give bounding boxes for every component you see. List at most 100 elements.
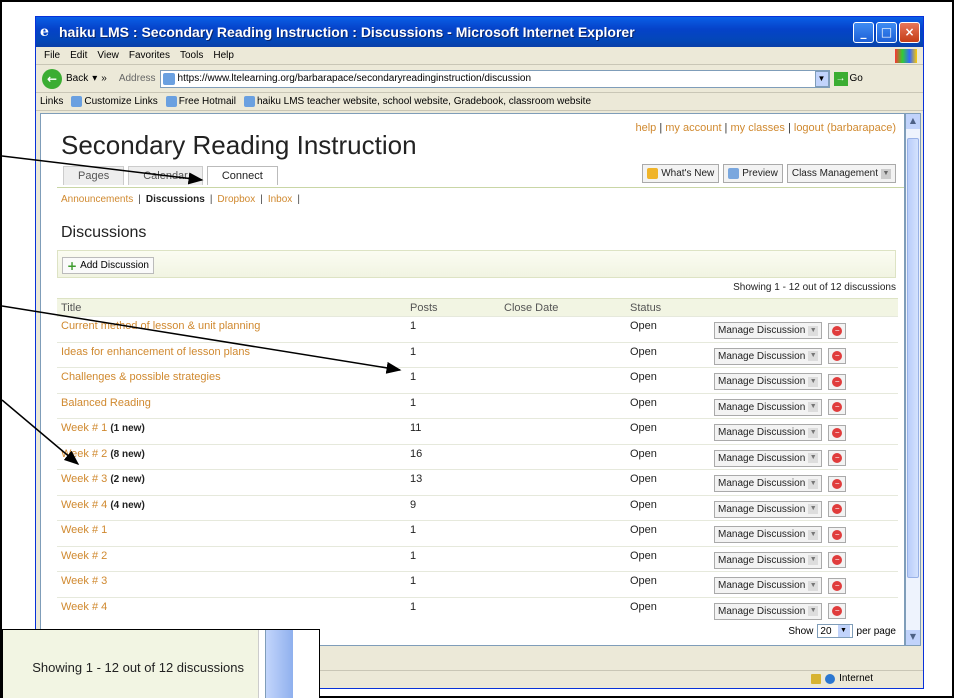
- scroll-thumb[interactable]: [907, 138, 919, 578]
- delete-button[interactable]: −: [828, 577, 847, 594]
- subnav-dropbox[interactable]: Dropbox: [217, 194, 255, 205]
- subnav-discussions[interactable]: Discussions: [146, 194, 205, 205]
- manage-discussion-label: Manage Discussion: [718, 529, 806, 540]
- my-account-link[interactable]: my account: [665, 122, 721, 134]
- row-actions: Manage Discussion ▼ −: [710, 494, 898, 521]
- column-status[interactable]: Status: [626, 298, 710, 317]
- manage-discussion-button[interactable]: Manage Discussion ▼: [714, 424, 823, 441]
- discussion-title-link[interactable]: Week # 1: [57, 520, 406, 546]
- delete-button[interactable]: −: [828, 348, 847, 364]
- posts-count: 1: [406, 545, 500, 572]
- delete-button[interactable]: −: [828, 424, 847, 441]
- manage-discussion-button[interactable]: Manage Discussion ▼: [714, 602, 823, 620]
- status: Open: [626, 392, 710, 419]
- subnav-announcements[interactable]: Announcements: [61, 194, 133, 205]
- discussion-title-link[interactable]: Balanced Reading: [57, 392, 406, 419]
- title-bar[interactable]: e haiku LMS : Secondary Reading Instruct…: [36, 17, 923, 47]
- scroll-up-icon[interactable]: ▲: [906, 114, 920, 129]
- column-posts[interactable]: Posts: [406, 298, 500, 317]
- delete-button[interactable]: −: [828, 475, 847, 492]
- link-customize[interactable]: Customize Links: [71, 96, 158, 107]
- discussion-title-link[interactable]: Week # 1 (1 new): [57, 418, 406, 444]
- manage-discussion-button[interactable]: Manage Discussion ▼: [714, 322, 823, 339]
- logout-link[interactable]: logout (barbarapace): [794, 122, 896, 134]
- delete-button[interactable]: −: [828, 373, 847, 390]
- menu-file[interactable]: File: [44, 50, 60, 61]
- status: Open: [626, 571, 710, 597]
- subnav-inbox[interactable]: Inbox: [268, 194, 292, 205]
- menu-view[interactable]: View: [97, 50, 119, 61]
- page-title: Discussions: [61, 224, 147, 241]
- column-title[interactable]: Title: [57, 298, 406, 317]
- delete-icon: −: [832, 606, 843, 616]
- discussion-title-link[interactable]: Week # 3: [57, 571, 406, 597]
- discussion-title-link[interactable]: Week # 2 (8 new): [57, 443, 406, 470]
- manage-discussion-label: Manage Discussion: [718, 605, 806, 617]
- status: Open: [626, 520, 710, 546]
- discussion-title: Week # 1: [61, 422, 108, 434]
- status: Open: [626, 545, 710, 572]
- discussion-title-link[interactable]: Week # 4: [57, 596, 406, 623]
- maximize-button[interactable]: □: [876, 21, 897, 43]
- delete-button[interactable]: −: [828, 322, 847, 339]
- close-button[interactable]: ×: [899, 21, 920, 43]
- page-icon: [71, 96, 83, 107]
- delete-button[interactable]: −: [828, 552, 847, 568]
- preview-button[interactable]: Preview: [723, 164, 783, 183]
- manage-discussion-button[interactable]: Manage Discussion ▼: [714, 551, 823, 569]
- manage-discussion-label: Manage Discussion: [718, 427, 806, 438]
- manage-discussion-button[interactable]: Manage Discussion ▼: [714, 577, 823, 594]
- discussion-title-link[interactable]: Week # 3 (2 new): [57, 469, 406, 495]
- status: Open: [626, 443, 710, 470]
- screenshot-frame: e haiku LMS : Secondary Reading Instruct…: [0, 0, 954, 698]
- discussion-title-link[interactable]: Ideas for enhancement of lesson plans: [57, 341, 406, 368]
- discussion-title-link[interactable]: Current method of lesson & unit planning: [57, 316, 406, 342]
- menu-help[interactable]: Help: [213, 50, 234, 61]
- menu-edit[interactable]: Edit: [70, 50, 87, 61]
- per-page-select[interactable]: 20 ▼: [817, 624, 853, 638]
- link-hotmail[interactable]: Free Hotmail: [165, 96, 236, 107]
- tab-connect[interactable]: Connect: [206, 166, 278, 185]
- help-link[interactable]: help: [635, 122, 656, 134]
- manage-discussion-button[interactable]: Manage Discussion ▼: [714, 526, 823, 543]
- scroll-down-icon[interactable]: ▼: [906, 630, 920, 645]
- delete-button[interactable]: −: [828, 450, 847, 466]
- column-close-date[interactable]: Close Date: [500, 298, 626, 317]
- delete-button[interactable]: −: [828, 501, 847, 517]
- go-button[interactable]: → Go: [833, 71, 863, 86]
- discussion-title-link[interactable]: Challenges & possible strategies: [57, 367, 406, 393]
- discussion-title: Week # 3: [61, 473, 108, 485]
- tab-calendar[interactable]: Calendar: [128, 166, 203, 185]
- posts-count: 1: [406, 571, 500, 597]
- toolbar-overflow-icon[interactable]: »: [101, 73, 107, 84]
- menu-favorites[interactable]: Favorites: [129, 50, 170, 61]
- manage-discussion-button[interactable]: Manage Discussion ▼: [714, 475, 823, 492]
- showing-count: Showing 1 - 12 out of 12 discussions: [733, 282, 896, 293]
- my-classes-link[interactable]: my classes: [730, 122, 784, 134]
- manage-discussion-button[interactable]: Manage Discussion ▼: [714, 398, 823, 416]
- whats-new-button[interactable]: What's New: [642, 164, 720, 183]
- address-input[interactable]: https://www.ltelearning.org/barbarapace/…: [159, 69, 830, 88]
- discussion-title-link[interactable]: Week # 2: [57, 545, 406, 572]
- chevron-down-icon: ▼: [808, 478, 819, 489]
- vertical-scrollbar[interactable]: ▲ ▼: [905, 113, 921, 646]
- manage-discussion-button[interactable]: Manage Discussion ▼: [714, 500, 823, 518]
- delete-button[interactable]: −: [828, 526, 847, 543]
- back-button[interactable]: ← Back ▾: [42, 68, 97, 89]
- manage-discussion-button[interactable]: Manage Discussion ▼: [714, 347, 823, 365]
- link-haiku[interactable]: haiku LMS teacher website, school websit…: [243, 96, 591, 107]
- delete-button[interactable]: −: [828, 399, 847, 415]
- row-actions: Manage Discussion ▼ −: [710, 469, 898, 495]
- tab-pages[interactable]: Pages: [63, 166, 125, 185]
- minimize-button[interactable]: _: [853, 21, 874, 43]
- class-management-button[interactable]: Class Management ▼: [786, 164, 896, 183]
- address-dropdown-icon[interactable]: ▼: [814, 70, 829, 87]
- delete-button[interactable]: −: [828, 603, 847, 619]
- discussion-title-link[interactable]: Week # 4 (4 new): [57, 494, 406, 521]
- menu-tools[interactable]: Tools: [180, 50, 203, 61]
- add-discussion-button[interactable]: + Add Discussion: [62, 257, 154, 274]
- row-actions: Manage Discussion ▼ −: [710, 545, 898, 572]
- discussion-title: Week # 3: [61, 575, 108, 587]
- manage-discussion-button[interactable]: Manage Discussion ▼: [714, 373, 823, 390]
- manage-discussion-button[interactable]: Manage Discussion ▼: [714, 449, 823, 467]
